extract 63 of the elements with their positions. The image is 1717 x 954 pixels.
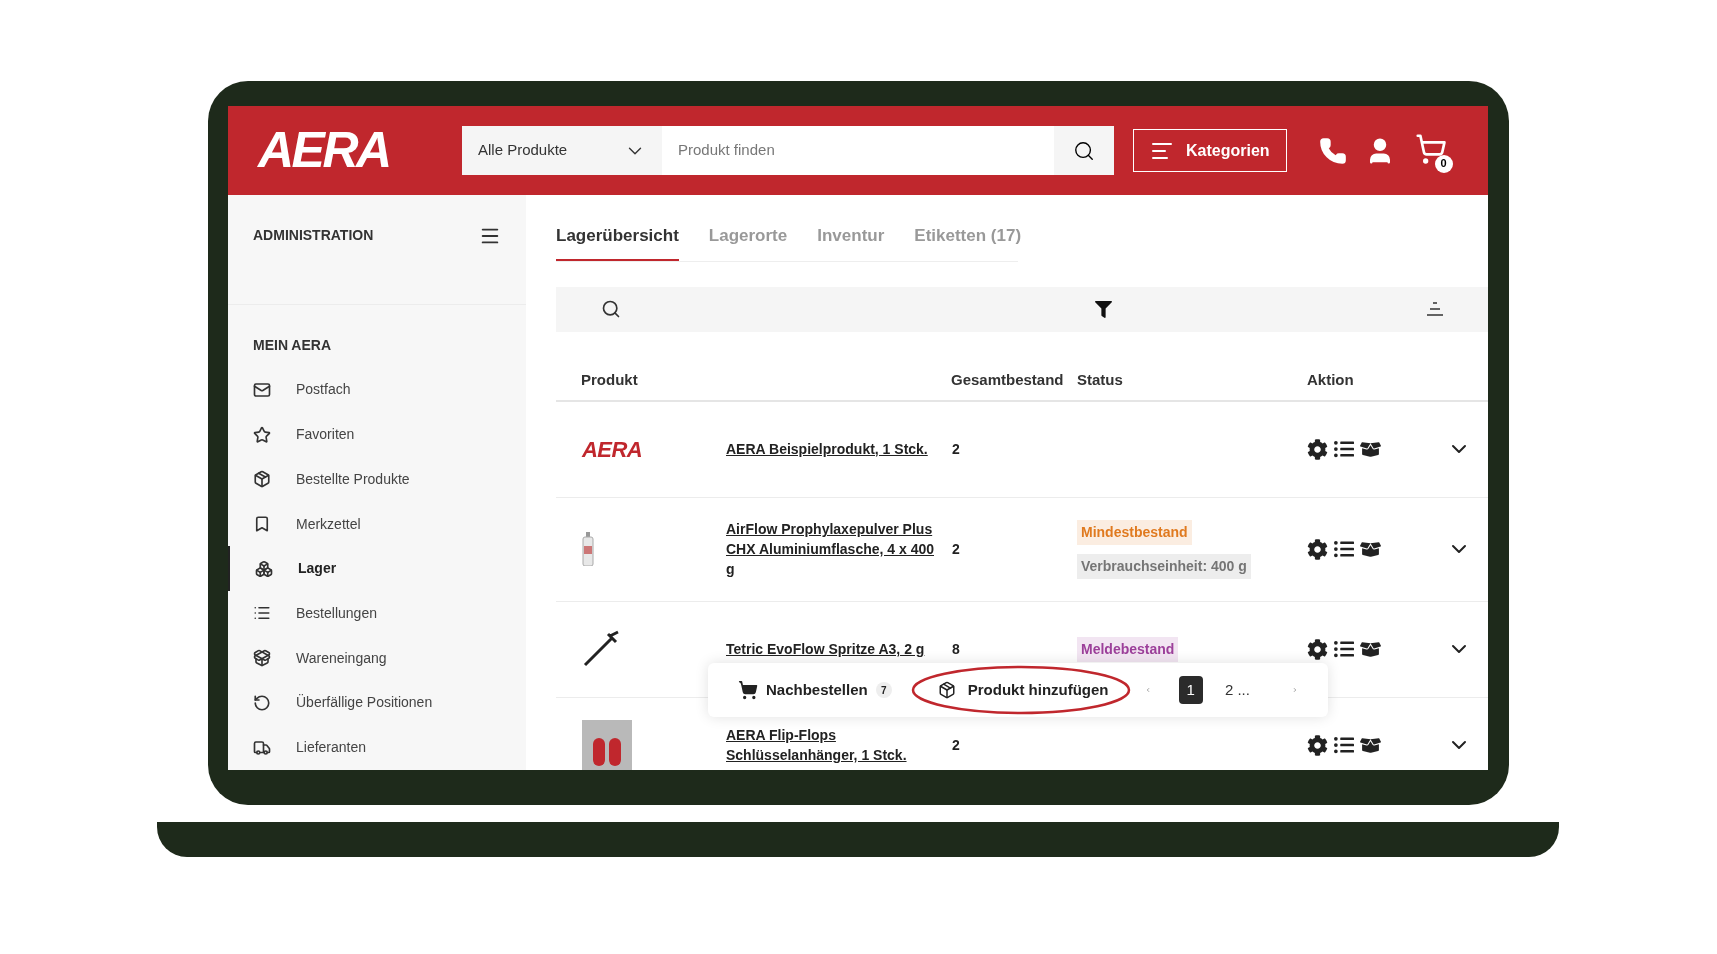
count-badge: 7 [875,682,892,698]
envelope-icon [253,380,271,399]
page-button[interactable]: 2 ... [1216,676,1258,704]
sidebar-item[interactable]: Bestellungen [228,591,526,636]
categories-button[interactable]: Kategorien [1133,129,1287,172]
product-link[interactable]: AERA Beispielprodukt, 1 Stck. [726,439,951,459]
sort-icon[interactable] [1426,300,1444,318]
sidebar-item[interactable]: Favoriten [228,412,526,457]
boxes-icon [255,559,273,578]
circle-arrow-icon [253,693,271,712]
column-header: Status [1077,370,1124,391]
gear-icon[interactable] [1307,438,1328,460]
search-button[interactable] [1054,126,1114,175]
column-header: Gesamtbestand [951,370,1065,391]
column-header: Aktion [1307,370,1355,391]
sidebar-item[interactable]: Wareneingang [228,635,526,681]
status-tag: Verbrauchseinheit: 400 g [1077,553,1251,579]
bottle-icon [582,532,594,566]
open-box-icon [253,649,271,668]
sidebar-item[interactable]: Bestellte Produkte [228,456,526,502]
search-icon[interactable] [601,299,621,319]
page-button[interactable]: 1 [1178,676,1203,704]
gear-icon[interactable] [1307,538,1328,560]
status-tag: Meldebestand [1077,636,1179,662]
bookmark-icon [253,515,271,534]
list-icon[interactable] [1334,539,1354,559]
photo-placeholder [582,720,632,770]
section-heading: MEIN AERA [252,335,333,355]
table-cell-text: 2 [951,539,961,559]
sidebar-item[interactable]: Merkzettel [228,501,526,547]
search-field[interactable]: Produkt finden [662,126,1054,175]
tab[interactable]: Lagerübersicht [556,223,679,261]
reorder-button[interactable]: Nachbestellen 7 [738,678,892,702]
scope-dropdown[interactable]: Alle Produkte [462,126,662,175]
logo[interactable]: AERA [258,113,458,188]
list-icon[interactable] [1334,439,1354,459]
sidebar-item[interactable]: Postfach [228,367,526,413]
table-cell-text: 8 [951,639,961,659]
sidebar-item[interactable]: Lager [228,546,526,592]
syringe-icon [582,630,620,668]
truck-icon [253,738,271,757]
cart-icon [738,680,758,700]
list-icon[interactable] [1334,639,1354,659]
sidebar-title: ADMINISTRATION [253,226,374,245]
product-link[interactable]: AERA Flip-Flops Schlüsselanhänger, 1 Stck. [726,725,951,765]
column-header: Produkt [581,370,639,391]
table-cell-text: 2 [951,735,961,755]
filter-icon[interactable] [1095,300,1112,318]
product-link[interactable]: AirFlow Prophylaxepulver Plus CHX Aluminiumflasche, 4 x 400 g [726,519,951,579]
phone-icon[interactable] [1318,136,1347,165]
list-icon[interactable] [1334,735,1354,755]
gear-icon[interactable] [1307,638,1328,660]
sidebar-item[interactable]: Lieferanten [228,725,526,770]
search-icon [1073,139,1095,162]
cart-count-badge: 0 [1434,154,1453,173]
product-logo: AERA [582,435,643,464]
table-cell-text: 2 [951,439,961,459]
star-icon [253,425,271,444]
status-tag: Mindestbestand [1077,519,1192,545]
product-link[interactable]: Tetric EvoFlow Spritze A3, 2 g [726,639,951,659]
sidebar-item[interactable]: Überfällige Positionen [228,680,526,726]
gear-icon[interactable] [1307,734,1328,756]
package-icon [253,470,271,489]
